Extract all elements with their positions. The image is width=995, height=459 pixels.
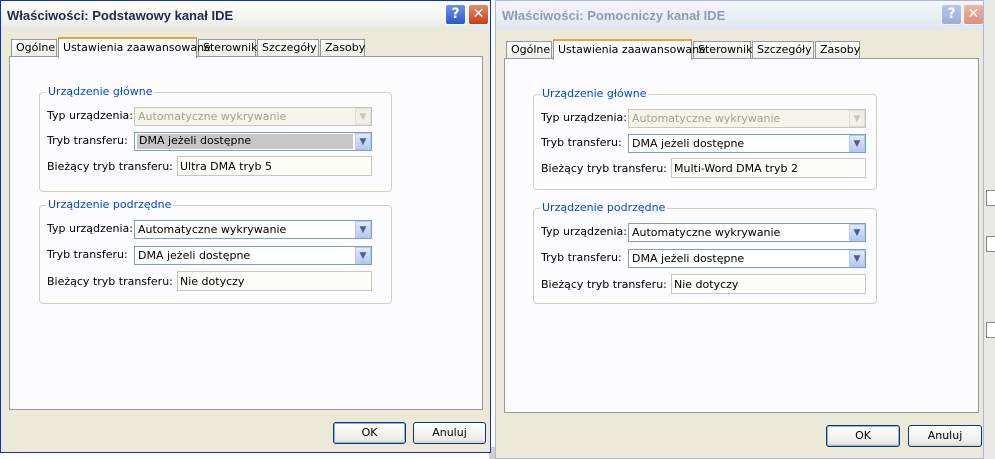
chevron-down-icon[interactable]: ▼ bbox=[849, 224, 865, 241]
title-bar[interactable]: Właściwości: Pomocniczy kanał IDE ? ✕ bbox=[496, 1, 983, 30]
tab-general[interactable]: Ogólne bbox=[506, 41, 552, 59]
cancel-button[interactable]: Anuluj bbox=[413, 422, 486, 444]
device-type-label: Typ urządzenia: bbox=[47, 109, 134, 122]
advanced-settings-panel: Urządzenie główne Typ urządzenia: Automa… bbox=[504, 58, 979, 413]
transfer-mode-select[interactable]: DMA jeżeli dostępne ▼ bbox=[628, 134, 866, 153]
device-type-value: Automatyczne wykrywanie bbox=[632, 112, 781, 125]
desktop-icon-fragment bbox=[986, 236, 995, 252]
tab-advanced-settings[interactable]: Ustawienia zaawansowane bbox=[553, 39, 706, 60]
transfer-mode-label: Tryb transferu: bbox=[541, 136, 622, 149]
primary-device-group: Urządzenie główne Typ urządzenia: Automa… bbox=[533, 87, 877, 190]
tab-resources[interactable]: Zasoby bbox=[815, 41, 860, 59]
chevron-down-icon[interactable]: ▼ bbox=[355, 133, 371, 150]
transfer-mode-select[interactable]: DMA jeżeli dostępne ▼ bbox=[134, 132, 372, 151]
group-legend: Urządzenie podrzędne bbox=[540, 201, 668, 214]
transfer-mode-select[interactable]: DMA jeżeli dostępne ▼ bbox=[134, 246, 372, 265]
desktop-icon-fragment bbox=[986, 322, 995, 338]
tab-general[interactable]: Ogólne bbox=[11, 39, 57, 57]
current-mode-field: Multi-Word DMA tryb 2 bbox=[671, 158, 866, 178]
current-mode-value: Multi-Word DMA tryb 2 bbox=[674, 162, 798, 175]
device-type-select[interactable]: Automatyczne wykrywanie ▼ bbox=[628, 223, 866, 242]
transfer-mode-label: Tryb transferu: bbox=[541, 251, 622, 264]
current-mode-label: Bieżący tryb transferu: bbox=[47, 275, 173, 288]
group-legend: Urządzenie główne bbox=[540, 87, 649, 100]
close-icon[interactable]: ✕ bbox=[963, 4, 983, 25]
help-icon[interactable]: ? bbox=[941, 4, 962, 25]
current-mode-value: Nie dotyczy bbox=[180, 275, 245, 288]
tab-resources[interactable]: Zasoby bbox=[320, 39, 365, 57]
current-mode-value: Ultra DMA tryb 5 bbox=[180, 160, 272, 173]
transfer-mode-value: DMA jeżeli dostępne bbox=[138, 249, 251, 262]
tab-details[interactable]: Szczegóły bbox=[257, 39, 319, 57]
chevron-down-icon[interactable]: ▼ bbox=[355, 247, 371, 264]
chevron-down-icon[interactable]: ▼ bbox=[849, 250, 865, 267]
cancel-button[interactable]: Anuluj bbox=[908, 425, 982, 447]
tab-advanced-settings[interactable]: Ustawienia zaawansowane bbox=[58, 37, 211, 58]
device-type-value: Automatyczne wykrywanie bbox=[632, 226, 781, 239]
transfer-mode-value: DMA jeżeli dostępne bbox=[632, 252, 745, 265]
group-legend: Urządzenie główne bbox=[46, 85, 155, 98]
desktop-background bbox=[984, 0, 995, 459]
device-type-label: Typ urządzenia: bbox=[47, 222, 134, 235]
device-type-value: Automatyczne wykrywanie bbox=[138, 110, 287, 123]
transfer-mode-value: DMA jeżeli dostępne bbox=[137, 134, 353, 149]
chevron-down-icon: ▼ bbox=[355, 108, 371, 125]
ok-button[interactable]: OK bbox=[826, 425, 900, 447]
device-type-label: Typ urządzenia: bbox=[541, 225, 628, 238]
properties-dialog-secondary-channel: Właściwości: Pomocniczy kanał IDE ? ✕ Og… bbox=[495, 0, 984, 459]
current-mode-label: Bieżący tryb transferu: bbox=[47, 160, 173, 173]
window-title: Właściwości: Podstawowy kanał IDE bbox=[7, 8, 234, 23]
device-type-value: Automatyczne wykrywanie bbox=[138, 223, 287, 236]
window-title: Właściwości: Pomocniczy kanał IDE bbox=[502, 8, 726, 23]
current-mode-value: Nie dotyczy bbox=[674, 278, 739, 291]
secondary-device-group: Urządzenie podrzędne Typ urządzenia: Aut… bbox=[39, 198, 392, 304]
secondary-device-group: Urządzenie podrzędne Typ urządzenia: Aut… bbox=[533, 201, 877, 304]
group-legend: Urządzenie podrzędne bbox=[46, 198, 174, 211]
close-icon[interactable]: ✕ bbox=[468, 4, 489, 25]
device-type-select: Automatyczne wykrywanie ▼ bbox=[134, 107, 372, 126]
chevron-down-icon[interactable]: ▼ bbox=[849, 135, 865, 152]
device-type-select[interactable]: Automatyczne wykrywanie ▼ bbox=[134, 220, 372, 239]
properties-dialog-primary-channel: Właściwości: Podstawowy kanał IDE ? ✕ Og… bbox=[0, 0, 491, 453]
current-mode-field: Ultra DMA tryb 5 bbox=[177, 156, 372, 176]
primary-device-group: Urządzenie główne Typ urządzenia: Automa… bbox=[39, 85, 392, 192]
transfer-mode-value: DMA jeżeli dostępne bbox=[632, 137, 745, 150]
transfer-mode-label: Tryb transferu: bbox=[47, 134, 128, 147]
current-mode-field: Nie dotyczy bbox=[671, 274, 866, 294]
current-mode-label: Bieżący tryb transferu: bbox=[541, 162, 667, 175]
desktop-icon-fragment bbox=[986, 190, 995, 206]
device-type-select: Automatyczne wykrywanie ▼ bbox=[628, 109, 866, 128]
advanced-settings-panel: Urządzenie główne Typ urządzenia: Automa… bbox=[9, 56, 483, 410]
transfer-mode-select[interactable]: DMA jeżeli dostępne ▼ bbox=[628, 249, 866, 268]
current-mode-field: Nie dotyczy bbox=[177, 271, 372, 291]
device-type-label: Typ urządzenia: bbox=[541, 111, 628, 124]
ok-button[interactable]: OK bbox=[333, 422, 406, 444]
transfer-mode-label: Tryb transferu: bbox=[47, 248, 128, 261]
title-bar[interactable]: Właściwości: Podstawowy kanał IDE ? ✕ bbox=[1, 1, 490, 30]
tab-details[interactable]: Szczegóły bbox=[752, 41, 814, 59]
chevron-down-icon: ▼ bbox=[849, 110, 865, 127]
help-icon[interactable]: ? bbox=[445, 4, 466, 25]
current-mode-label: Bieżący tryb transferu: bbox=[541, 278, 667, 291]
chevron-down-icon[interactable]: ▼ bbox=[355, 221, 371, 238]
